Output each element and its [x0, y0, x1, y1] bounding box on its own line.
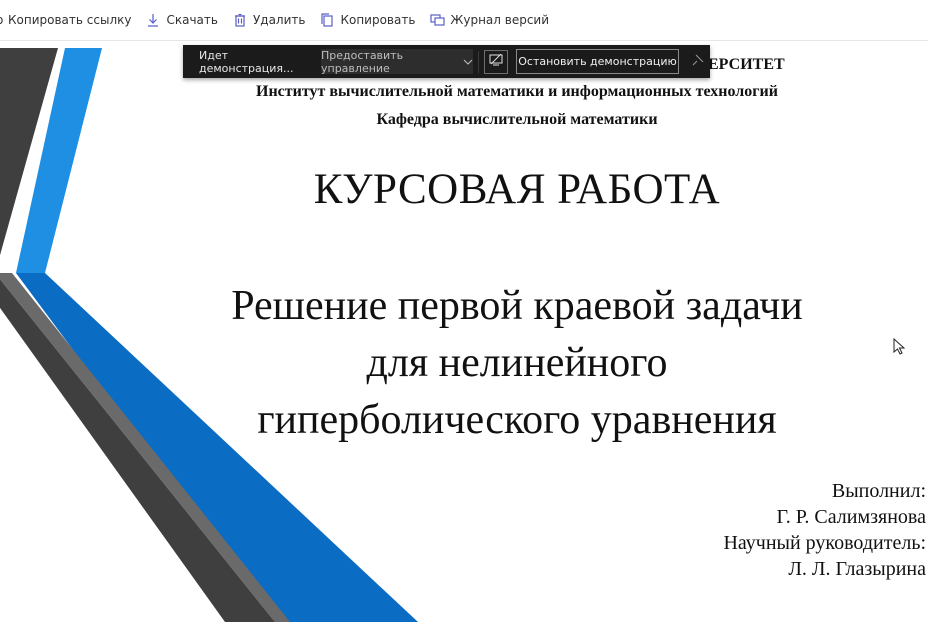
topic-line: гиперболического уравнения	[257, 397, 777, 443]
pin-bar-button[interactable]	[687, 51, 709, 73]
pin-icon	[692, 54, 704, 69]
give-control-label: Предоставить управление	[321, 48, 404, 75]
credits-block: Выполнил: Г. Р. Салимзянова Научный руко…	[723, 478, 926, 582]
copy-link-button[interactable]: Копировать ссылку	[8, 0, 131, 40]
presentation-slide: ЕРСИТЕТ Институт вычислительной математи…	[0, 45, 928, 622]
delete-label: Удалить	[252, 13, 306, 27]
delete-icon	[232, 12, 248, 28]
screen-audio-icon	[489, 53, 503, 69]
author-name: Г. Р. Салимзянова	[776, 506, 926, 528]
topic-line: Решение первой краевой задачи	[231, 283, 803, 329]
department-name: Кафедра вычислительной математики	[376, 111, 658, 128]
topic-title: Решение первой краевой задачи для нелине…	[0, 278, 928, 449]
delete-button[interactable]: Удалить	[232, 0, 306, 40]
supervisor-name: Л. Л. Глазырина	[788, 558, 926, 580]
chevron-down-icon	[463, 55, 473, 68]
screen-share-bar: Идет демонстрация... Предоставить управл…	[183, 45, 710, 78]
divider	[478, 50, 479, 73]
give-control-dropdown[interactable]: Предоставить управление	[321, 48, 473, 75]
sharing-status: Идет демонстрация...	[199, 48, 294, 75]
truncated-item-fragment: о	[0, 13, 6, 27]
university-name: ЕРСИТЕТ	[708, 56, 785, 73]
download-button[interactable]: Скачать	[145, 0, 218, 40]
command-bar: о Копировать ссылку Скачать Удалить Копи…	[0, 0, 928, 41]
copy-button[interactable]: Копировать	[319, 0, 415, 40]
mouse-cursor-icon	[893, 338, 905, 355]
version-history-button[interactable]: Журнал версий	[429, 0, 549, 40]
topic-line: для нелинейного	[366, 340, 668, 386]
supervisor-label: Научный руководитель:	[723, 532, 926, 554]
document-type-title: КУРСОВАЯ РАБОТА	[313, 166, 721, 213]
copy-link-label: Копировать ссылку	[8, 13, 132, 27]
version-history-icon	[429, 12, 445, 28]
download-label: Скачать	[166, 13, 218, 27]
include-audio-button[interactable]	[484, 49, 508, 74]
copy-icon	[319, 12, 335, 28]
download-icon	[145, 12, 161, 28]
copy-label: Копировать	[340, 13, 416, 27]
institute-name: Институт вычислительной математики и инф…	[256, 83, 778, 100]
stop-sharing-button[interactable]: Остановить демонстрацию	[516, 49, 679, 74]
author-label: Выполнил:	[831, 480, 926, 502]
version-history-label: Журнал версий	[450, 13, 550, 27]
stop-sharing-label: Остановить демонстрацию	[518, 55, 677, 68]
